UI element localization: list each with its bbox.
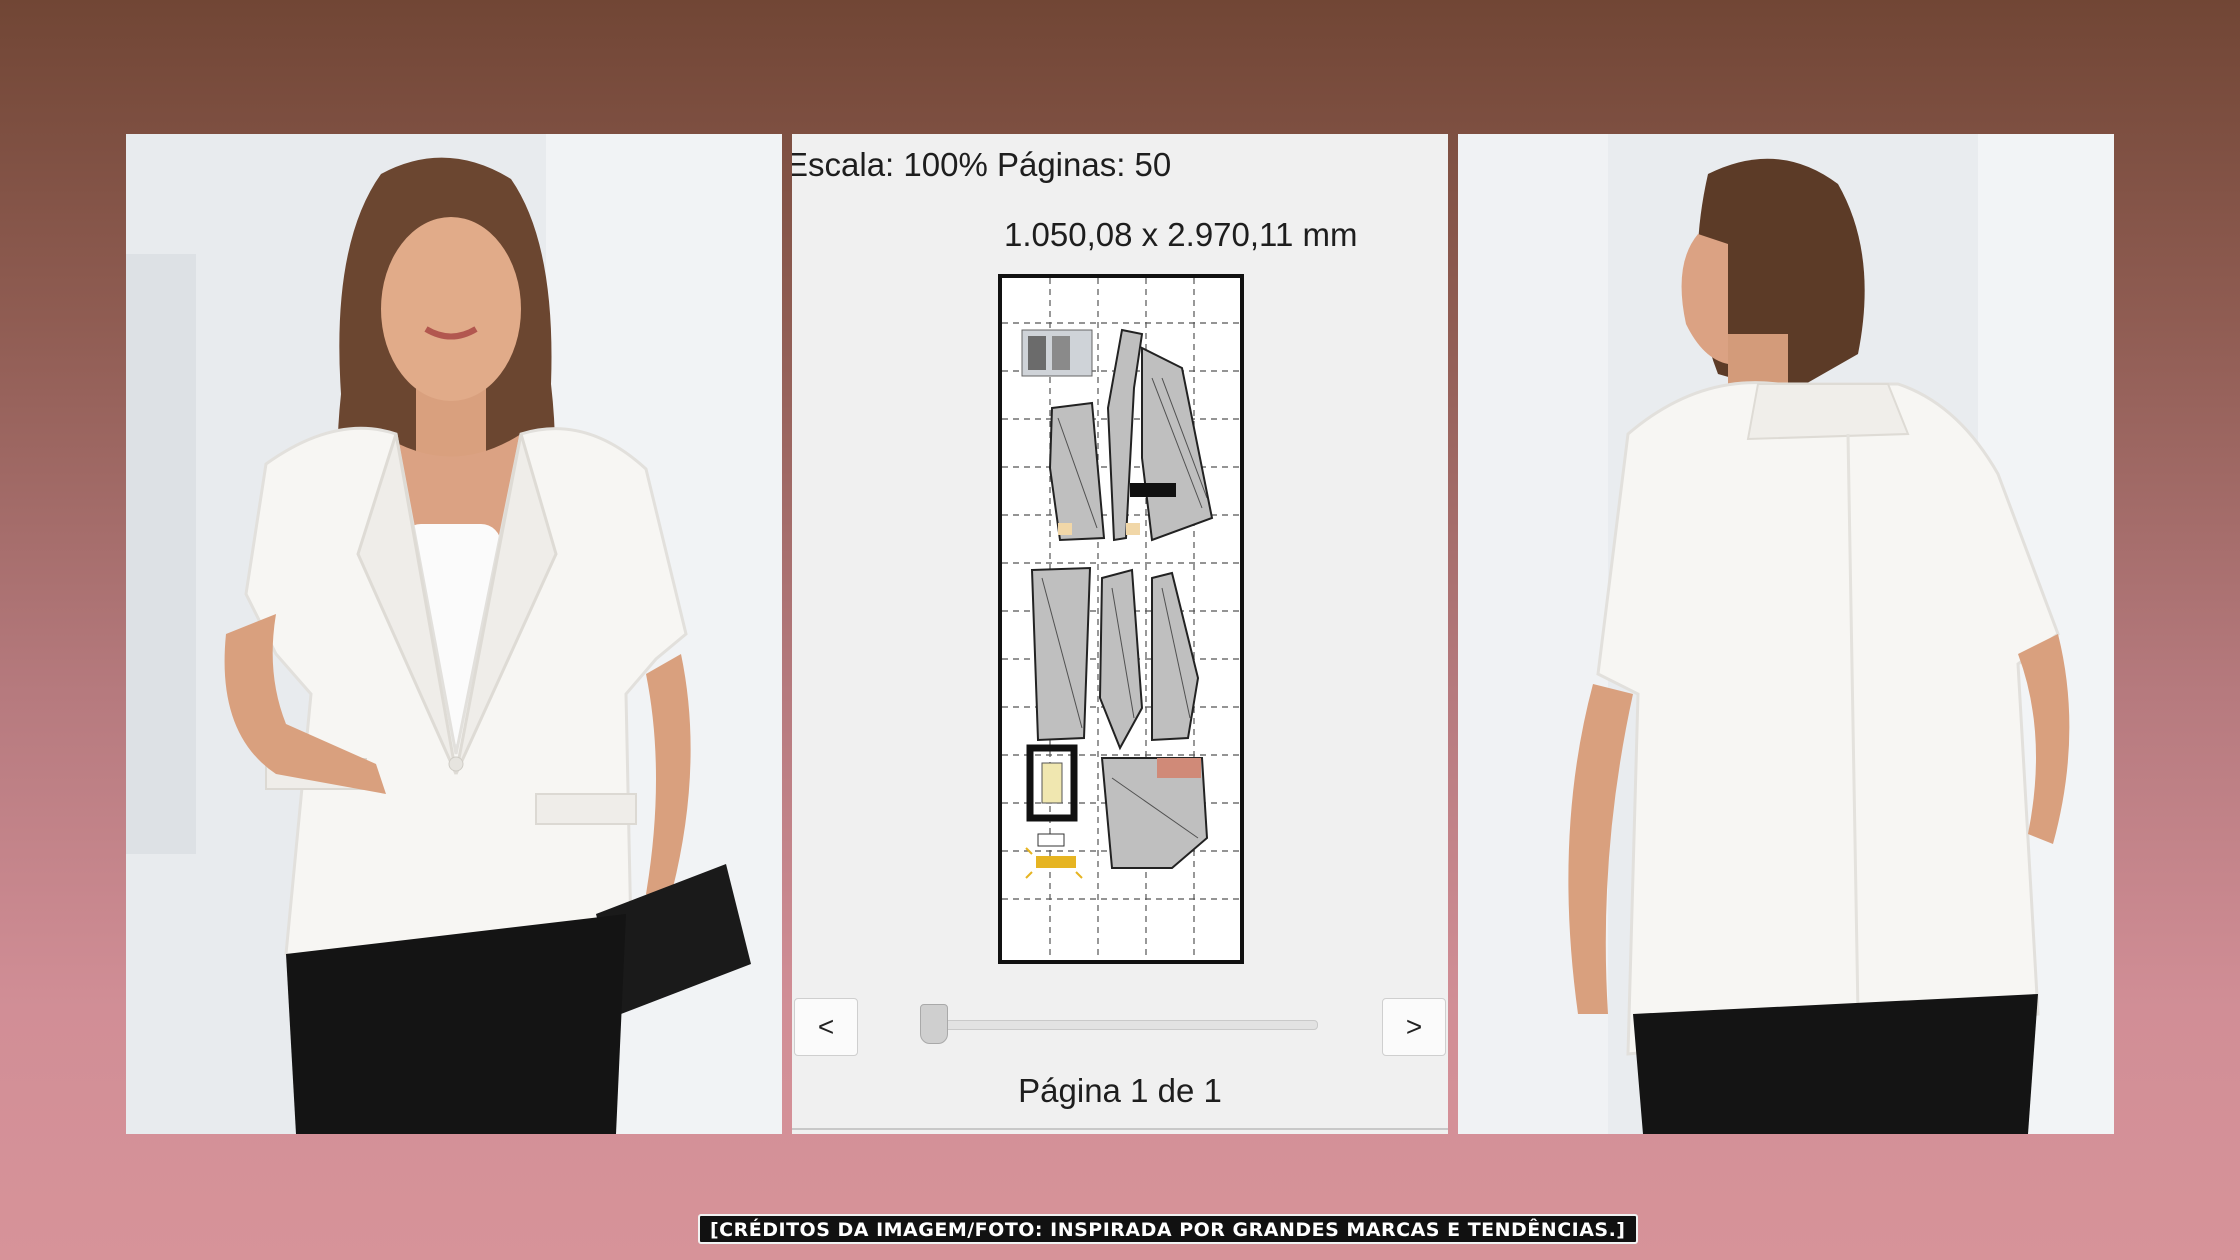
next-page-button[interactable]: > [1382,998,1446,1056]
previous-page-button[interactable]: < [794,998,858,1056]
bottom-divider [792,1128,1448,1130]
scale-pages-label: Escala: 100% Páginas: 50 [792,146,1172,183]
page-indicator: Página 1 de 1 [1018,1072,1222,1109]
front-view-illustration [126,134,782,1134]
page-slider-track[interactable] [934,1020,1318,1030]
dimensions-label: 1.050,08 x 2.970,11 mm [1004,216,1358,253]
pattern-page-thumbnail [998,274,1244,964]
back-view-illustration [1458,134,2114,1134]
front-view-photo [126,134,782,1134]
sewing-pattern-layout [1002,278,1240,960]
back-view-photo [1458,134,2114,1134]
page-slider-thumb[interactable] [920,1004,948,1044]
print-preview-window: Escala: 100% Páginas: 50 1.050,08 x 2.97… [792,134,1448,1134]
image-credits: [CRÉDITOS DA IMAGEM/FOTO: INSPIRADA POR … [698,1214,1638,1244]
